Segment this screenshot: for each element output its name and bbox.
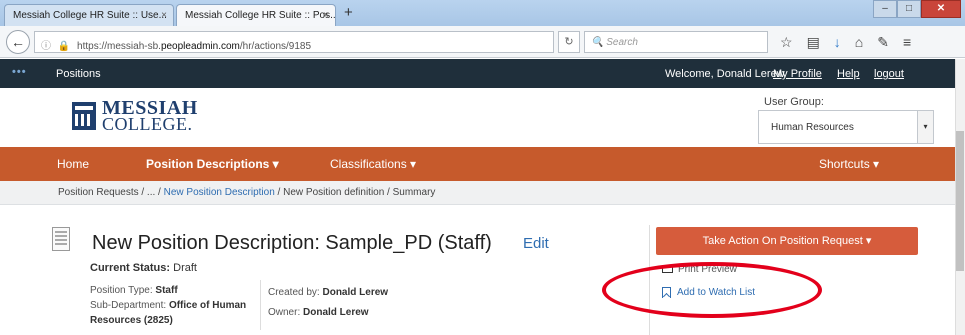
browser-nav-bar: ← ⓘ 🔒 https://messiah-sb.peopleadmin.com… — [0, 26, 965, 58]
owner: Owner: Donald Lerew — [268, 303, 388, 323]
browser-search-input[interactable]: 🔍 Search — [584, 31, 768, 53]
breadcrumb: Position Requests / ... / New Position D… — [0, 181, 965, 205]
reading-list-icon[interactable]: ▤ — [807, 34, 820, 51]
tab-label: Messiah College HR Suite :: Pos... — [185, 10, 336, 21]
document-icon — [52, 227, 70, 251]
maximize-button[interactable]: □ — [897, 0, 921, 18]
chevron-down-icon[interactable]: ▾ — [917, 111, 933, 143]
highlight-annotation-ellipse — [602, 262, 822, 318]
browser-tab[interactable]: Messiah College HR Suite :: Use... × — [4, 4, 174, 26]
breadcrumb-start[interactable]: Position Requests / ... / — [58, 187, 164, 198]
owner-value: Donald Lerew — [303, 307, 369, 318]
welcome-text: Welcome, Donald Lerew — [665, 68, 785, 80]
logo-line-2: COLLEGE. — [102, 114, 193, 134]
scrollbar-thumb[interactable] — [956, 131, 964, 271]
close-icon[interactable]: × — [161, 10, 167, 21]
main-nav: Home Position Descriptions ▾ Classificat… — [0, 147, 965, 181]
help-link[interactable]: Help — [837, 68, 860, 80]
extension-icon[interactable]: ✎ — [877, 34, 889, 51]
created-by-value: Donald Lerew — [322, 287, 389, 298]
sub-department: Sub-Department: Office of Human Resource… — [90, 298, 250, 328]
breadcrumb-link-new-position-description[interactable]: New Position Description — [164, 187, 275, 198]
url-path: /hr/actions/9185 — [239, 41, 312, 52]
created-by-label: Created by: — [268, 287, 320, 298]
user-group-label: User Group: — [764, 96, 824, 108]
apps-icon[interactable]: ••• — [12, 66, 27, 78]
created-by: Created by: Donald Lerew — [268, 283, 388, 303]
browser-toolbar: ☆ ▤ ↓ ⌂ ✎ ≡ — [780, 34, 911, 51]
site-header: ••• Positions Welcome, Donald Lerew My P… — [0, 59, 965, 88]
window-close-button[interactable]: ✕ — [921, 0, 961, 18]
url-prefix: https://messiah-sb. — [77, 41, 161, 52]
page-scrollbar[interactable] — [955, 59, 965, 335]
new-tab-button[interactable]: + — [344, 4, 353, 21]
browser-tab-bar: Messiah College HR Suite :: Use... × Mes… — [0, 0, 965, 26]
search-icon: 🔍 — [591, 37, 604, 48]
nav-shortcuts[interactable]: Shortcuts ▾ — [819, 157, 879, 171]
my-profile-link[interactable]: My Profile — [773, 68, 822, 80]
position-type-value: Staff — [155, 285, 178, 296]
reload-button[interactable]: ↻ — [558, 31, 580, 53]
app-name[interactable]: Positions — [56, 68, 101, 80]
position-type-label: Position Type: — [90, 285, 153, 296]
sub-department-label: Sub-Department: — [90, 300, 167, 311]
college-seal-icon — [72, 102, 96, 130]
bookmark-star-icon[interactable]: ☆ — [780, 34, 793, 51]
menu-icon[interactable]: ≡ — [903, 34, 911, 51]
page-title: New Position Description: Sample_PD (Sta… — [92, 232, 492, 254]
info-icon[interactable]: ⓘ — [41, 41, 51, 52]
status-label: Current Status: — [90, 262, 171, 274]
browser-tab-active[interactable]: Messiah College HR Suite :: Pos... × — [176, 4, 336, 26]
window-controls: – □ ✕ — [873, 0, 961, 18]
nav-position-descriptions[interactable]: Position Descriptions ▾ — [146, 157, 279, 171]
divider — [260, 280, 261, 330]
owner-label: Owner: — [268, 307, 301, 318]
search-placeholder: Search — [606, 37, 638, 48]
ownership-details: Created by: Donald Lerew Owner: Donald L… — [268, 283, 388, 323]
back-button[interactable]: ← — [6, 30, 30, 54]
user-group-select[interactable]: Human Resources ▾ — [758, 110, 934, 144]
breadcrumb-end: / New Position definition / Summary — [274, 187, 436, 198]
current-status: Current Status: Draft — [90, 262, 197, 274]
nav-classifications[interactable]: Classifications ▾ — [330, 157, 416, 171]
college-logo[interactable]: MESSIAH COLLEGE. — [72, 98, 198, 134]
take-action-button[interactable]: Take Action On Position Request ▾ — [656, 227, 918, 255]
logout-link[interactable]: logout — [874, 68, 904, 80]
lock-icon: 🔒 — [57, 41, 71, 52]
close-icon[interactable]: × — [323, 10, 329, 21]
home-icon[interactable]: ⌂ — [855, 34, 863, 51]
download-icon[interactable]: ↓ — [834, 34, 841, 51]
url-bar[interactable]: ⓘ 🔒 https://messiah-sb.peopleadmin.com/h… — [34, 31, 554, 53]
nav-home[interactable]: Home — [57, 157, 89, 171]
position-type: Position Type: Staff — [90, 283, 250, 298]
url-host: peopleadmin.com — [160, 41, 240, 52]
position-details: Position Type: Staff Sub-Department: Off… — [90, 283, 250, 328]
minimize-button[interactable]: – — [873, 0, 897, 18]
edit-link[interactable]: Edit — [523, 235, 549, 252]
user-group-value: Human Resources — [771, 122, 854, 133]
status-value: Draft — [173, 262, 197, 274]
tab-label: Messiah College HR Suite :: Use... — [13, 10, 167, 21]
